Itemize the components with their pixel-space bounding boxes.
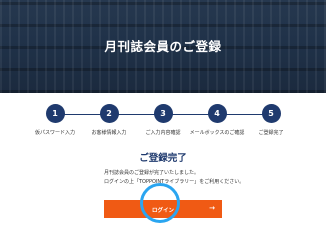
step-5: 5 ご登録完了 bbox=[236, 104, 306, 136]
message-line-2: ログインの上「TOPPOINTライブラリー」をご利用ください。 bbox=[104, 179, 245, 185]
completion-message: 月刊誌会員のご登録が完了いたしました。 ログインの上「TOPPOINTライブラリ… bbox=[104, 169, 304, 187]
registration-steps: 1 仮パスワード入力 2 お客様情報入力 3 ご入力内容確認 4 メールボックス… bbox=[0, 104, 326, 144]
step-number: 1 bbox=[45, 104, 65, 123]
step-number: 3 bbox=[153, 104, 173, 123]
login-button[interactable]: ログイン → bbox=[104, 200, 222, 218]
step-number: 2 bbox=[99, 104, 119, 123]
hero-banner: 月刊誌会員のご登録 bbox=[0, 0, 326, 93]
message-line-1: 月刊誌会員のご登録が完了いたしました。 bbox=[104, 170, 200, 176]
step-number: 5 bbox=[261, 104, 281, 123]
page-title: 月刊誌会員のご登録 bbox=[104, 39, 222, 54]
arrow-right-icon: → bbox=[209, 204, 215, 212]
completion-heading: ご登録完了 bbox=[139, 153, 187, 164]
step-number: 4 bbox=[207, 104, 227, 123]
login-button-label: ログイン bbox=[151, 208, 174, 214]
step-label: ご登録完了 bbox=[258, 130, 284, 136]
